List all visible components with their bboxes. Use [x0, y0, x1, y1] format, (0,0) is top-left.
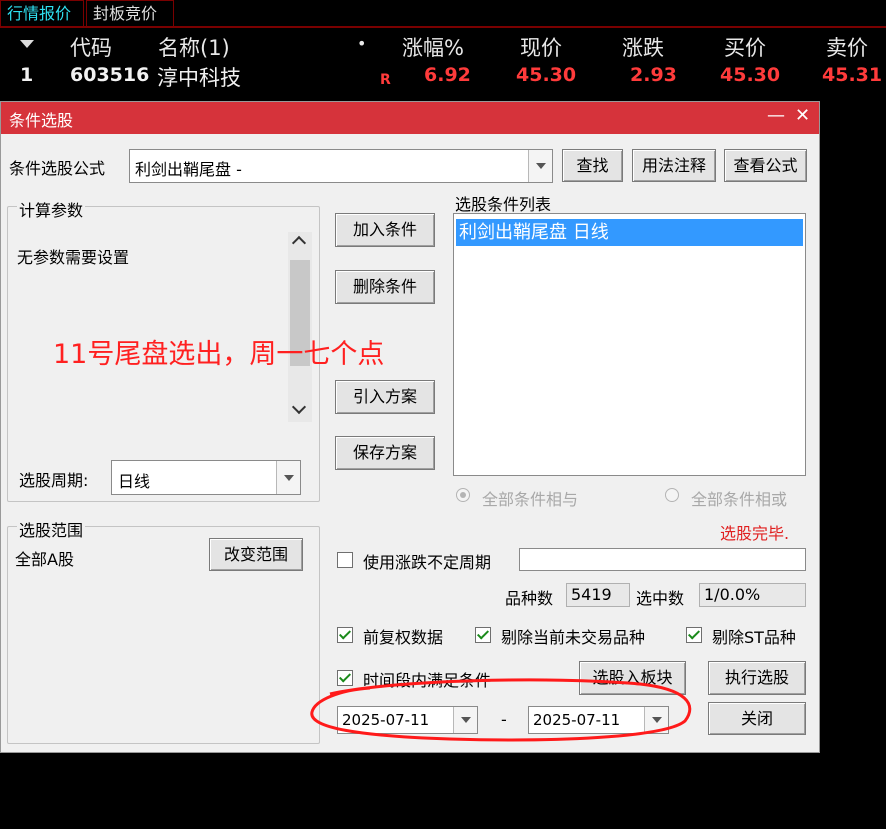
row-index: 1 [20, 64, 34, 86]
chevron-down-icon[interactable] [276, 461, 300, 494]
formula-select[interactable]: 利剑出鞘尾盘 - [129, 149, 553, 183]
row-ask: 45.31 [822, 64, 883, 86]
range-group-label: 选股范围 [17, 517, 86, 541]
radio-all-or-label: 全部条件相或 [691, 490, 788, 509]
close-icon[interactable]: ✕ [795, 105, 810, 126]
exclude-untraded-label: 剔除当前未交易品种 [501, 628, 646, 647]
condition-select-dialog: 条件选股 — ✕ 条件选股公式 利剑出鞘尾盘 - 查找 用法注释 查看公式 计算… [0, 101, 820, 753]
range-value: 全部A股 [15, 550, 74, 569]
use-var-period-label: 使用涨跌不定周期 [363, 553, 492, 572]
period-value: 日线 [118, 472, 151, 491]
list-item[interactable]: 利剑出鞘尾盘 日线 [456, 219, 803, 246]
selected-value: 1/0.0% [699, 583, 806, 607]
formula-value: 利剑出鞘尾盘 - [135, 160, 242, 179]
delete-condition-button[interactable]: 删除条件 [335, 270, 435, 304]
row-price: 45.30 [516, 64, 577, 86]
change-range-button[interactable]: 改变范围 [209, 538, 303, 571]
col-bid[interactable]: 买价 [724, 32, 766, 62]
radio-all-or[interactable] [665, 488, 679, 502]
use-var-period-checkbox[interactable] [337, 552, 353, 568]
tab-divider [0, 26, 886, 28]
count-value: 5419 [566, 583, 630, 607]
col-ask[interactable]: 卖价 [826, 32, 868, 62]
col-change[interactable]: 涨跌 [622, 32, 664, 62]
chevron-up-icon[interactable] [291, 235, 307, 251]
adjust-checkbox[interactable] [337, 627, 353, 643]
params-group-label: 计算参数 [17, 197, 86, 221]
selected-label: 选中数 [636, 589, 685, 608]
annotation-circle-stroke [310, 678, 692, 742]
usage-button[interactable]: 用法注释 [632, 149, 716, 182]
sort-down-icon[interactable] [20, 40, 34, 48]
exclude-st-label: 剔除ST品种 [712, 628, 796, 647]
row-bid: 45.30 [720, 64, 781, 86]
exclude-untraded-checkbox[interactable] [475, 627, 491, 643]
status-text: 选股完毕. [720, 524, 790, 543]
row-code[interactable]: 603516 [70, 64, 149, 86]
minimize-icon[interactable]: — [767, 105, 785, 126]
radio-all-and[interactable] [456, 488, 470, 502]
chevron-down-icon[interactable] [291, 399, 307, 415]
add-condition-button[interactable]: 加入条件 [335, 213, 435, 247]
chevron-down-icon[interactable] [528, 150, 552, 182]
import-plan-button[interactable]: 引入方案 [335, 380, 435, 414]
annotation-text: 11号尾盘选出，周一七个点 [53, 339, 385, 370]
run-selection-button[interactable]: 执行选股 [708, 661, 806, 695]
row-change: 2.93 [630, 64, 677, 86]
dialog-title: 条件选股 [9, 111, 74, 130]
tab-quotes[interactable]: 行情报价 [0, 0, 84, 26]
condition-list-label: 选股条件列表 [455, 195, 552, 214]
annotation-circle [310, 678, 692, 742]
view-formula-button[interactable]: 查看公式 [724, 149, 807, 182]
exclude-st-checkbox[interactable] [686, 627, 702, 643]
radio-all-and-label: 全部条件相与 [482, 490, 579, 509]
col-name[interactable]: 名称(1) [158, 32, 230, 62]
condition-list[interactable]: 利剑出鞘尾盘 日线 [453, 213, 806, 476]
period-select[interactable]: 日线 [111, 460, 301, 495]
adjust-label: 前复权数据 [363, 628, 444, 647]
count-label: 品种数 [505, 589, 554, 608]
period-label: 选股周期: [19, 471, 89, 490]
col-price[interactable]: 现价 [520, 32, 562, 62]
close-button[interactable]: 关闭 [708, 702, 806, 735]
dialog-titlebar[interactable]: 条件选股 — ✕ [1, 102, 819, 134]
formula-label: 条件选股公式 [9, 159, 106, 178]
tab-limit-auction[interactable]: 封板竞价 [86, 0, 174, 26]
row-change-pct: 6.92 [424, 64, 471, 86]
col-change-pct[interactable]: 涨幅% [402, 32, 464, 62]
save-plan-button[interactable]: 保存方案 [335, 436, 435, 470]
row-flag: R [380, 72, 391, 88]
var-period-input[interactable] [519, 548, 806, 571]
params-scrollbar[interactable] [288, 232, 312, 422]
params-text: 无参数需要设置 [17, 248, 130, 267]
col-code[interactable]: 代码 [70, 32, 112, 62]
col-dot: • [357, 34, 367, 53]
find-button[interactable]: 查找 [562, 149, 623, 182]
row-name[interactable]: 淳中科技 [157, 62, 241, 92]
